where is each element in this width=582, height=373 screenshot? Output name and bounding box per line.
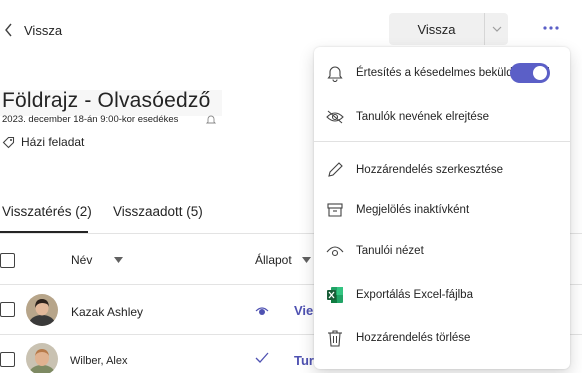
category-label: Házi feladat [21, 135, 85, 149]
tab-returning[interactable]: Visszatérés (2) [2, 204, 92, 219]
sort-down-icon [301, 257, 311, 263]
submission-status[interactable]: Vie [294, 303, 313, 318]
menu-item-hide-names[interactable]: Tanulók nevének elrejtése [314, 99, 570, 135]
student-name[interactable]: Kazak Ashley [71, 305, 143, 319]
chevron-left-icon [5, 23, 12, 37]
trash-icon [326, 329, 344, 347]
return-options-button[interactable] [485, 13, 508, 45]
back-link[interactable]: Vissza [4, 20, 62, 40]
name-column-label: Név [71, 253, 93, 267]
toggle-knob [533, 66, 547, 80]
pencil-icon [326, 161, 344, 179]
check-icon [255, 352, 269, 363]
name-column-header[interactable]: Név [71, 253, 124, 267]
menu-item-label: Megjelölés inaktívként [356, 204, 470, 216]
menu-item-export-excel[interactable]: Exportálás Excel-fájlba [314, 277, 570, 313]
return-split-button[interactable]: Vissza [389, 13, 508, 45]
menu-item-label: Exportálás Excel-fájlba [356, 289, 473, 301]
avatar [26, 343, 58, 373]
bell-icon [326, 64, 344, 82]
menu-item-delete-assignment[interactable]: Hozzárendelés törlése [314, 320, 570, 356]
menu-item-label: Hozzárendelés szerkesztése [356, 164, 504, 176]
avatar [26, 294, 58, 326]
eye-icon [255, 307, 269, 315]
bell-icon [205, 115, 217, 124]
menu-item-edit-assignment[interactable]: Hozzárendelés szerkesztése [314, 152, 570, 188]
status-column-header[interactable]: Állapot [255, 253, 311, 267]
row-checkbox[interactable] [0, 352, 15, 367]
student-name[interactable]: Wilber, Alex [70, 355, 127, 367]
chevron-down-icon [492, 26, 501, 32]
select-all-checkbox[interactable] [0, 253, 15, 268]
menu-item-late-notifications[interactable]: Értesítés a késedelmes beküldésekről [314, 55, 570, 91]
menu-item-label: Tanulók nevének elrejtése [356, 111, 489, 123]
menu-item-label: Hozzárendelés törlése [356, 332, 471, 344]
eye-icon [326, 242, 344, 260]
more-icon [543, 26, 559, 30]
menu-item-student-view[interactable]: Tanulói nézet [314, 233, 570, 269]
menu-divider [314, 141, 570, 142]
more-options-button[interactable] [540, 20, 562, 36]
sort-down-icon [114, 257, 124, 263]
category-tag: Házi feladat [2, 135, 84, 149]
assignment-title: Földrajz - Olvasóedző [2, 89, 211, 112]
menu-item-label: Tanulói nézet [356, 245, 424, 257]
tab-returned[interactable]: Visszaadott (5) [113, 204, 203, 219]
eye-off-icon [326, 108, 344, 126]
tag-icon [2, 136, 15, 148]
status-column-label: Állapot [255, 253, 292, 267]
menu-item-mark-inactive[interactable]: Megjelölés inaktívként [314, 192, 570, 228]
more-options-menu: Értesítés a késedelmes beküldésekről Tan… [314, 47, 570, 369]
due-date: 2023. december 18-án 9:00-kor esedékes [2, 114, 179, 125]
archive-icon [326, 201, 344, 219]
return-button[interactable]: Vissza [389, 13, 485, 45]
row-checkbox[interactable] [0, 302, 15, 317]
excel-icon [326, 286, 344, 304]
late-notifications-toggle[interactable] [510, 63, 550, 83]
back-label: Vissza [24, 22, 63, 38]
